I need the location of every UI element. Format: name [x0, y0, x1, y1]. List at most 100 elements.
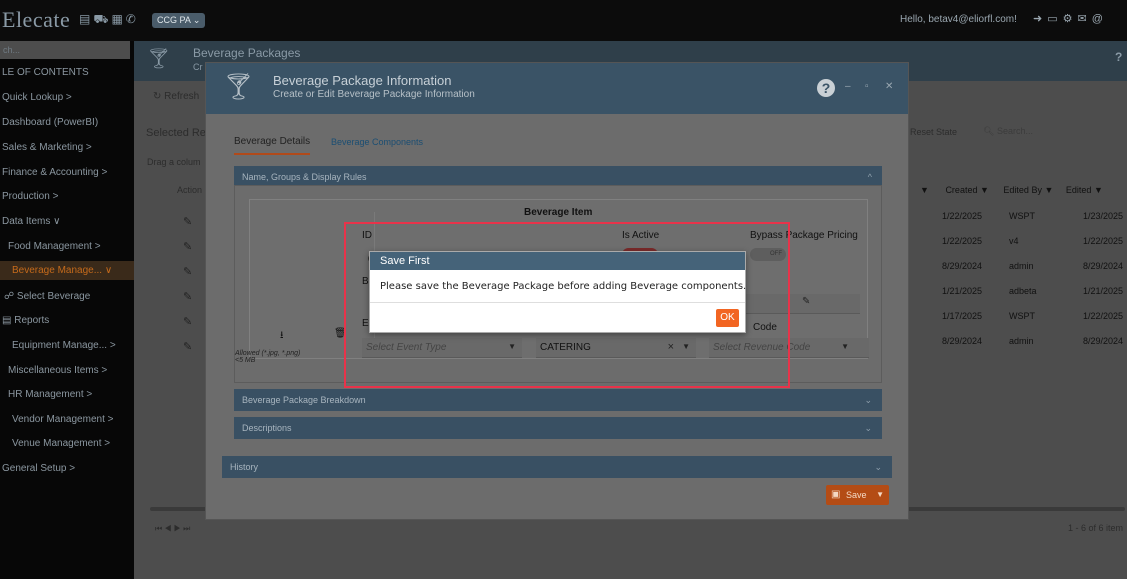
table-row[interactable]: 1/21/2025 adbeta 1/21/2025 [942, 286, 1123, 296]
cell-edited-by: WSPT [1009, 211, 1035, 221]
pager-controls[interactable]: ⏮ ◀ ▶ ⏭ [155, 524, 190, 534]
allowed-size: <5 MB [235, 357, 256, 364]
edit-icon[interactable]: ✎ [183, 235, 192, 260]
help-icon[interactable]: ? [817, 79, 835, 97]
logout-icon[interactable]: ➜ [1033, 13, 1047, 25]
gear-icon[interactable]: ⚙ [1063, 13, 1078, 25]
close-icon[interactable]: ✕ [885, 81, 893, 92]
edit-icon[interactable]: ✎ [183, 260, 192, 285]
column-header-edited-by[interactable]: Edited By [1003, 185, 1042, 195]
sidebar-item-venue[interactable]: Venue Management > [12, 438, 110, 449]
filter-icon[interactable]: ▼ [980, 185, 989, 195]
cell-edited: 8/29/2024 [1083, 336, 1124, 346]
sidebar-item-finance[interactable]: Finance & Accounting > [2, 167, 107, 178]
table-row[interactable]: 1/22/2025 WSPT 1/23/2025 [942, 211, 1123, 221]
folder-icon[interactable]: ▭ [1047, 13, 1062, 25]
sidebar-item-vendor[interactable]: Vendor Management > [12, 414, 113, 425]
save-button[interactable]: ▣ Save ▼ [826, 485, 889, 505]
refresh-label: Refresh [164, 91, 200, 102]
chevron-down-icon: ⌄ [864, 395, 872, 405]
reports-icon: ▤ [2, 315, 15, 326]
cell-edited: 1/22/2025 [1083, 236, 1124, 246]
reset-state-button[interactable]: Reset State [910, 127, 957, 137]
grid-header: ▼ Created ▼ Edited By ▼ Edited ▼ [920, 185, 1103, 195]
cell-edited-by: admin [1009, 336, 1034, 346]
selected-records-label: Selected Re [146, 127, 206, 139]
section-history[interactable]: History ⌄ [222, 456, 892, 478]
app-logo[interactable]: Elecate [2, 7, 70, 33]
section-breakdown[interactable]: Beverage Package Breakdown ⌄ [234, 389, 882, 411]
save-label: Save [846, 490, 867, 500]
tab-beverage-details[interactable]: Beverage Details [234, 136, 311, 155]
table-row[interactable]: 8/29/2024 admin 8/29/2024 [942, 336, 1123, 346]
table-row[interactable]: 1/22/2025 v4 1/22/2025 [942, 236, 1123, 246]
cell-edited: 1/22/2025 [1083, 311, 1124, 321]
cell-edited: 1/23/2025 [1083, 211, 1124, 221]
top-right-icons: ➜▭⚙✉@ [1033, 12, 1108, 25]
page-help-icon[interactable]: ? [1115, 50, 1122, 64]
allowed-types: Allowed (*.jpg, *.png) [235, 350, 301, 357]
maximize-icon[interactable]: ▫ [865, 81, 869, 92]
table-row[interactable]: 8/29/2024 admin 8/29/2024 [942, 261, 1123, 271]
quick-icons: ▤⛟▦✆ [79, 12, 139, 28]
cell-edited: 1/21/2025 [1083, 286, 1124, 296]
column-header-created[interactable]: Created [945, 185, 977, 195]
cell-edited-by: v4 [1009, 236, 1019, 246]
tenant-label: CCG PA [157, 15, 191, 25]
drag-column-hint: Drag a colum [147, 157, 201, 167]
edit-icon[interactable]: ✎ [183, 285, 192, 310]
modal-message: Please save the Beverage Package before … [380, 281, 747, 292]
cocktail-icon: 🍸︎ [146, 48, 172, 70]
sidebar-item-select-beverage[interactable]: ☍ Select Beverage [4, 291, 90, 302]
upload-icon[interactable]: ⭳ [280, 328, 284, 345]
edit-icon[interactable]: ✎ [183, 335, 192, 360]
sidebar-item-hr[interactable]: HR Management > [8, 389, 92, 400]
sidebar-item-production[interactable]: Production > [2, 191, 58, 202]
help-icon[interactable]: @ [1092, 13, 1108, 25]
column-header-edited[interactable]: Edited [1066, 185, 1092, 195]
cell-created: 1/22/2025 [942, 236, 983, 246]
section-title: Descriptions [242, 423, 292, 433]
sidebar-item-equipment[interactable]: Equipment Manage... > [12, 340, 116, 351]
sidebar-item-label: Select Beverage [16, 291, 91, 302]
sidebar-item-quick-lookup[interactable]: Quick Lookup > [2, 92, 72, 103]
sidebar-item-data-items[interactable]: Data Items ∨ [2, 216, 60, 227]
filter-icon[interactable]: ▼ [920, 185, 929, 195]
tab-beverage-components[interactable]: Beverage Components [331, 137, 423, 147]
cocktail-icon: 🍸︎ [222, 71, 256, 101]
action-column-header: Action [177, 185, 203, 195]
sidebar-item-dashboard[interactable]: Dashboard (PowerBI) [2, 117, 98, 128]
section-descriptions[interactable]: Descriptions ⌄ [234, 417, 882, 439]
sidebar-item-food-management[interactable]: Food Management > [8, 241, 101, 252]
pencil-icon[interactable]: ✎ [802, 296, 810, 307]
sidebar: ch... LE OF CONTENTS Quick Lookup > Dash… [0, 41, 134, 579]
filter-icon[interactable]: ▼ [1044, 185, 1053, 195]
megaphone-icon[interactable]: ✉ [1078, 13, 1092, 25]
sidebar-item-misc[interactable]: Miscellaneous Items > [8, 365, 107, 376]
sidebar-search-input[interactable]: ch... [0, 41, 130, 59]
building-icon[interactable]: ▦ [111, 12, 125, 26]
dialog-subtitle: Create or Edit Beverage Package Informat… [273, 89, 475, 100]
table-row[interactable]: 1/17/2025 WSPT 1/22/2025 [942, 311, 1123, 321]
save-icon: ▣ [831, 489, 841, 500]
sidebar-item-general-setup[interactable]: General Setup > [2, 463, 75, 474]
sidebar-item-reports[interactable]: ▤ Reports [2, 315, 49, 326]
filter-icon[interactable]: ▼ [1094, 185, 1103, 195]
caret-down-icon[interactable]: ▼ [876, 485, 884, 505]
phone-icon[interactable]: ✆ [126, 12, 139, 26]
minimize-icon[interactable]: – [845, 81, 851, 92]
user-greeting: Hello, betav4@eliorfl.com! [900, 14, 1017, 25]
grid-search-input[interactable]: 🔍︎ Search... [983, 126, 1033, 137]
ok-button[interactable]: OK [716, 309, 739, 327]
calendar-icon[interactable]: ▤ [79, 12, 93, 26]
sidebar-item-sales[interactable]: Sales & Marketing > [2, 142, 92, 153]
cell-edited-by: WSPT [1009, 311, 1035, 321]
sidebar-item-beverage-management[interactable]: Beverage Manage... ∨ [0, 261, 134, 280]
truck-icon[interactable]: ⛟ [93, 12, 111, 26]
tenant-selector[interactable]: CCG PA ⌄ [152, 13, 206, 28]
edit-icon[interactable]: ✎ [183, 310, 192, 335]
section-title: Name, Groups & Display Rules [242, 172, 367, 182]
beverage-icon: ☍ [4, 291, 17, 302]
edit-icon[interactable]: ✎ [183, 210, 192, 235]
refresh-button[interactable]: ↻ Refresh [153, 91, 199, 102]
